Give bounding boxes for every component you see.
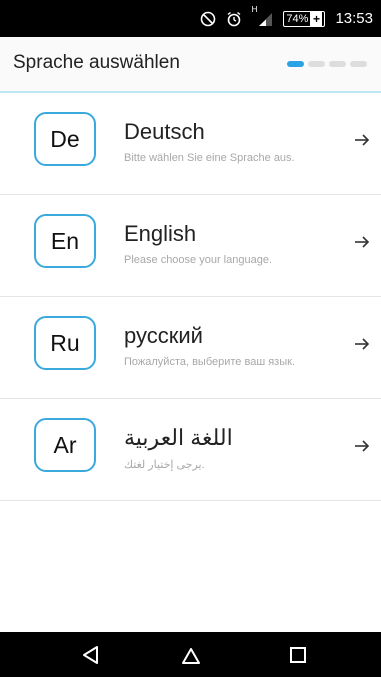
home-icon[interactable] — [179, 643, 203, 667]
language-code-badge: De — [34, 112, 96, 166]
step-dot — [350, 61, 367, 67]
signal-icon: H — [252, 5, 274, 27]
arrow-right-icon — [355, 236, 370, 248]
language-option-ar[interactable]: Ar اللغة العربية يرجى إختيار لغتك. — [0, 399, 381, 501]
back-icon[interactable] — [79, 643, 103, 667]
recents-icon[interactable] — [286, 643, 310, 667]
page-title: Sprache auswählen — [13, 52, 180, 73]
status-bar: H 74% + 13:53 — [0, 0, 381, 37]
language-option-en[interactable]: En English Please choose your language. — [0, 195, 381, 297]
language-list: De Deutsch Bitte wählen Sie eine Sprache… — [0, 93, 381, 501]
language-prompt: Пожалуйста, выберите ваш язык. — [124, 356, 295, 368]
language-name: Deutsch — [124, 119, 205, 144]
clock: 13:53 — [335, 10, 373, 27]
step-dot — [329, 61, 346, 67]
arrow-right-icon — [355, 134, 370, 146]
arrow-right-icon — [355, 440, 370, 452]
arrow-right-icon — [355, 338, 370, 350]
language-prompt: Please choose your language. — [124, 254, 272, 266]
step-indicator — [287, 61, 367, 67]
language-option-ru[interactable]: Ru русский Пожалуйста, выберите ваш язык… — [0, 297, 381, 399]
language-prompt: Bitte wählen Sie eine Sprache aus. — [124, 152, 295, 164]
language-code-badge: Ru — [34, 316, 96, 370]
page-header: Sprache auswählen — [0, 37, 381, 93]
step-dot-active — [287, 61, 304, 67]
language-option-de[interactable]: De Deutsch Bitte wählen Sie eine Sprache… — [0, 93, 381, 195]
language-prompt: يرجى إختيار لغتك. — [124, 459, 205, 471]
battery-charging-icon: 74% + — [283, 10, 326, 27]
alarm-icon — [226, 11, 242, 27]
battery-percent: 74% — [286, 12, 309, 25]
language-name: русский — [124, 323, 203, 348]
system-nav-bar — [0, 632, 381, 677]
language-code-badge: En — [34, 214, 96, 268]
step-dot — [308, 61, 325, 67]
do-not-disturb-icon — [200, 11, 216, 27]
language-name: English — [124, 221, 197, 246]
language-name: اللغة العربية — [124, 425, 233, 450]
language-code-badge: Ar — [34, 418, 96, 472]
